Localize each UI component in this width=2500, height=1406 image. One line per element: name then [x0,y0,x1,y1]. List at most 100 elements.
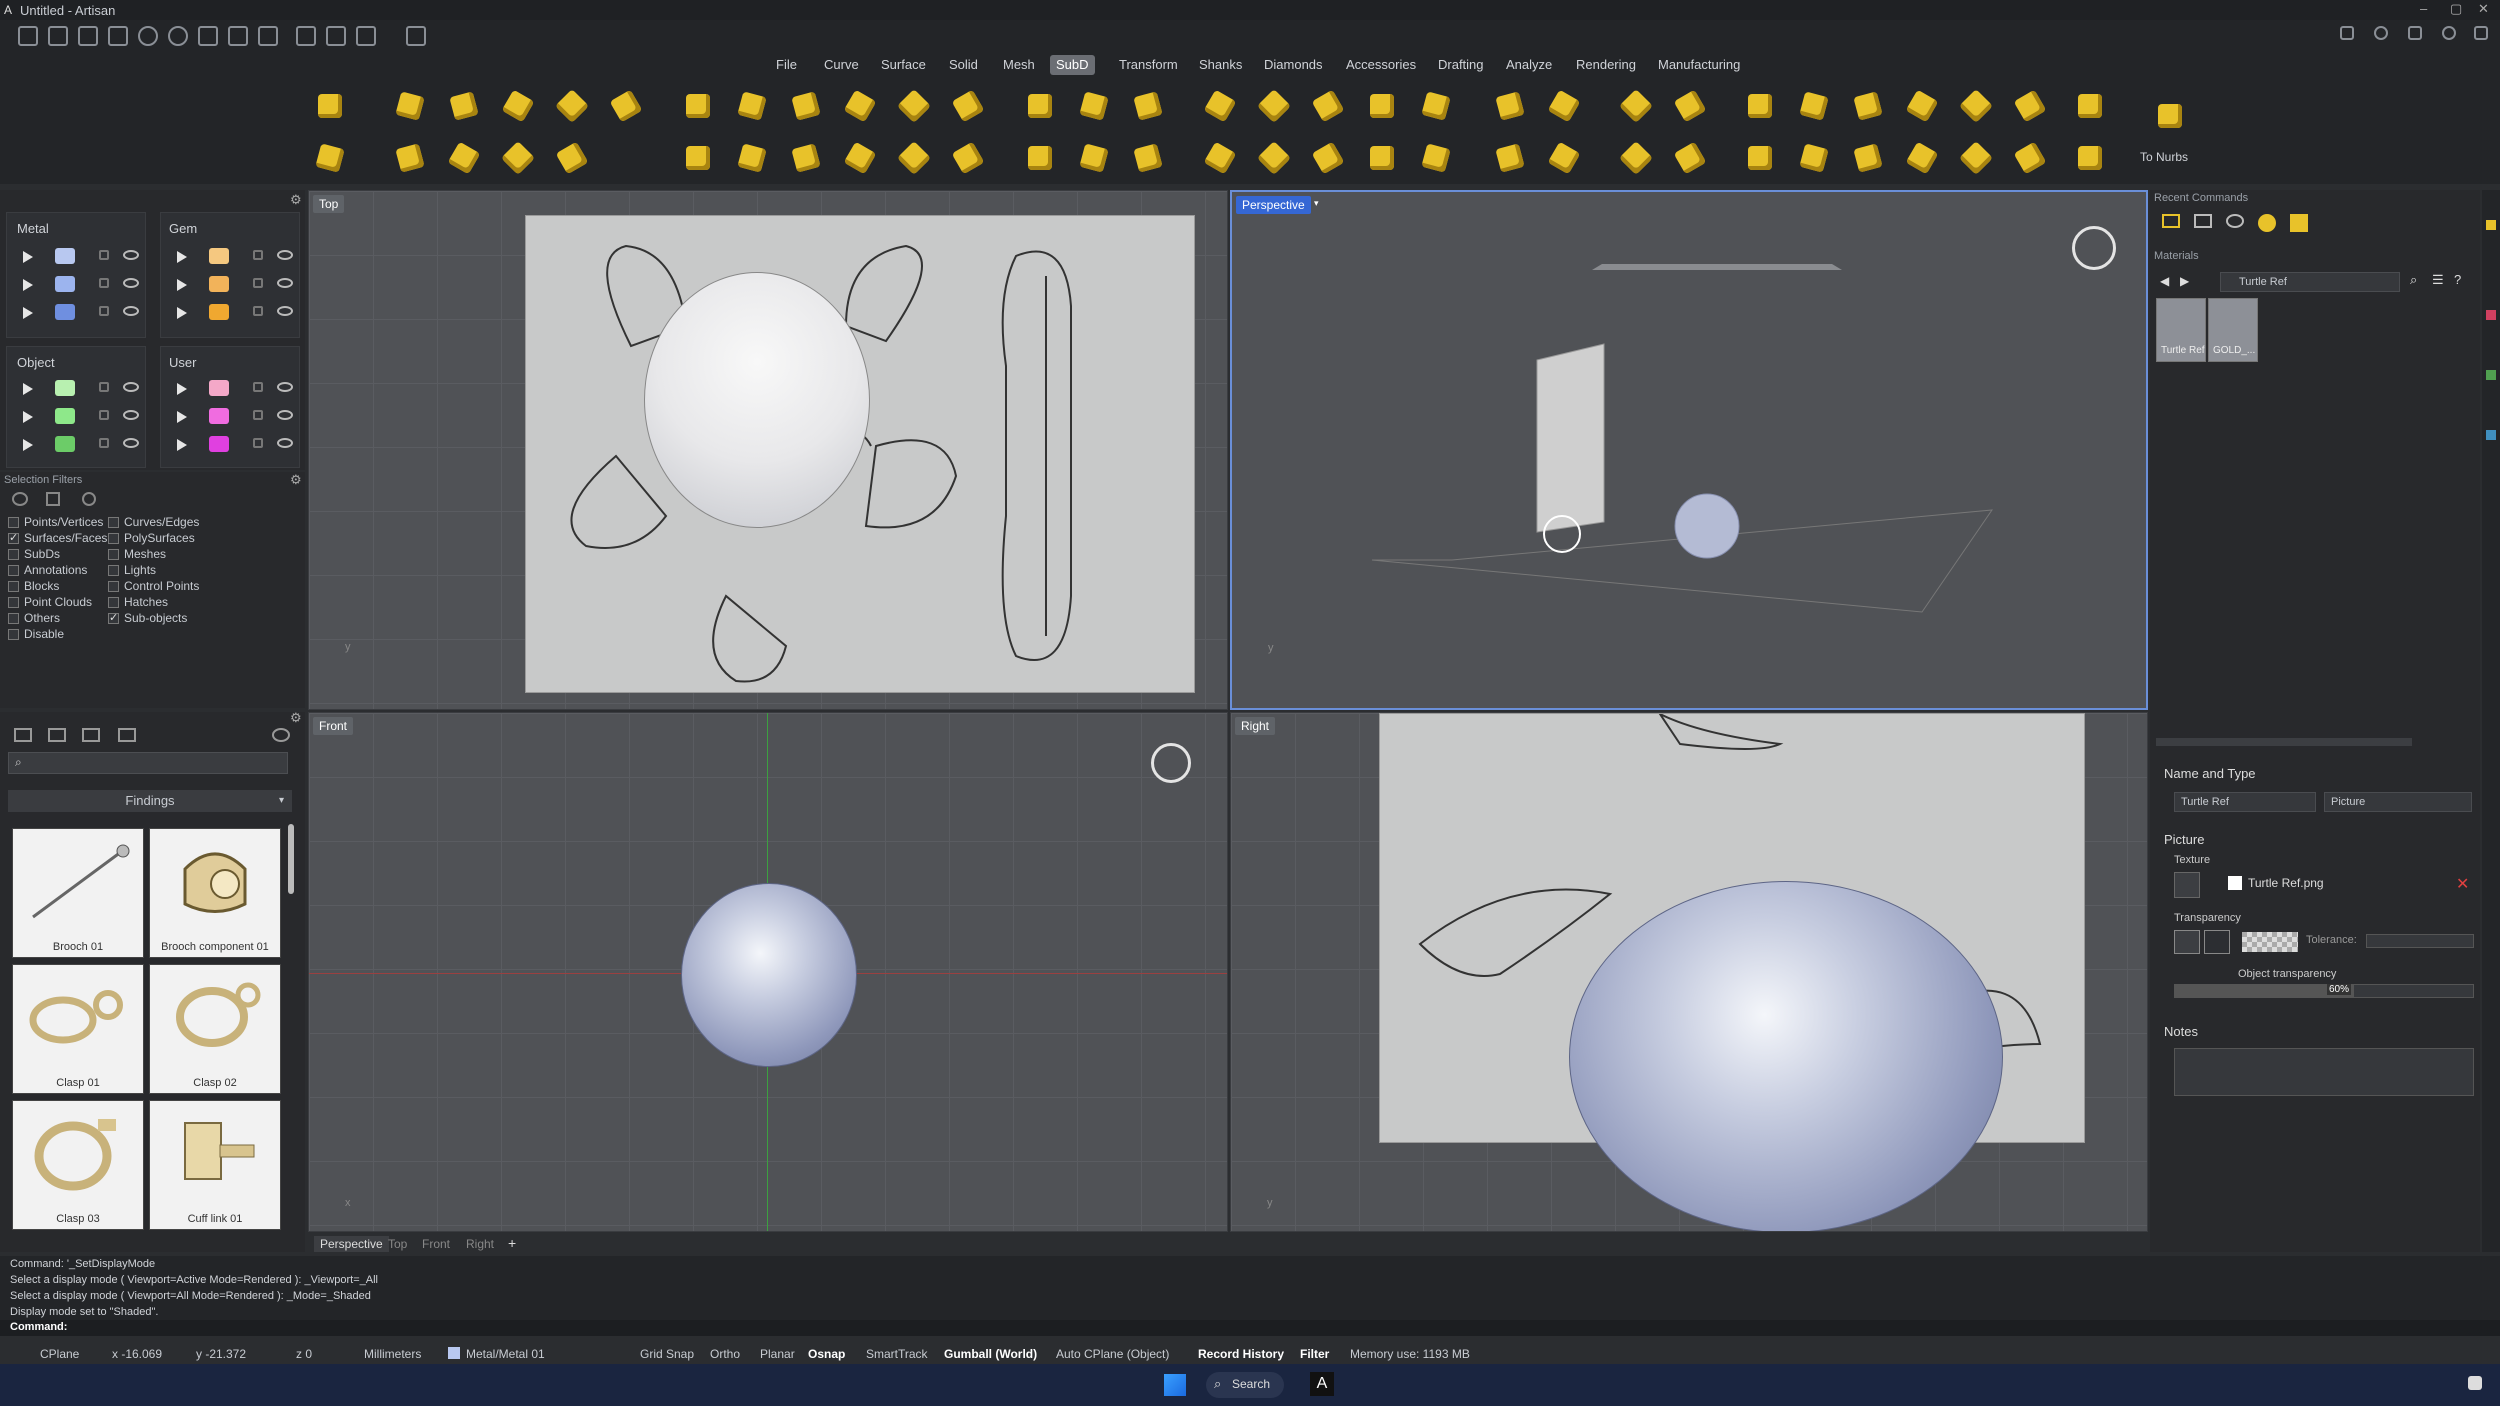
recent-command-icon[interactable] [2162,214,2180,228]
eye-icon[interactable] [277,382,293,392]
back-icon[interactable]: ◀ [2160,274,2169,288]
user-swatch-1[interactable] [209,380,229,396]
filter-reset-icon[interactable] [82,492,96,506]
filter-checkbox[interactable] [8,581,19,592]
refresh-icon[interactable] [272,728,290,742]
play-icon[interactable] [177,279,187,291]
ribbon-command-button[interactable] [786,138,826,178]
ribbon-command-button[interactable] [310,86,350,126]
status-toggle[interactable]: Planar [760,1347,795,1361]
name-field[interactable]: Turtle Ref [2174,792,2316,812]
object-swatch-3[interactable] [55,436,75,452]
current-layer[interactable]: Metal/Metal 01 [466,1347,545,1361]
menu-rendering[interactable]: Rendering [1570,55,1642,75]
ribbon-command-button[interactable] [1848,138,1888,178]
filter-checkbox[interactable] [108,597,119,608]
user-swatch-3[interactable] [209,436,229,452]
ribbon-command-button[interactable] [1200,138,1240,178]
ribbon-command-button[interactable] [732,86,772,126]
layer-row[interactable] [13,273,143,295]
metal-swatch-3[interactable] [55,304,75,320]
ribbon-command-button[interactable] [1074,138,1114,178]
ribbon-command-button[interactable] [444,86,484,126]
library-search-input[interactable]: ⌕ [8,752,288,774]
type-select[interactable]: Picture [2324,792,2472,812]
viewport-label-front[interactable]: Front [313,717,354,735]
layer-row[interactable] [167,245,297,267]
open-folder-icon[interactable] [78,26,98,46]
menu-analyze[interactable]: Analyze [1500,55,1558,75]
menu-subd[interactable]: SubD [1050,55,1095,75]
menu-solid[interactable]: Solid [943,55,984,75]
panel-icon[interactable] [2474,26,2488,40]
new-file-icon[interactable] [18,26,38,46]
help-icon[interactable] [2340,26,2354,40]
ribbon-command-button[interactable] [1544,86,1584,126]
lock-icon[interactable] [99,410,109,420]
export-icon[interactable] [258,26,278,46]
menu-diamonds[interactable]: Diamonds [1258,55,1329,75]
filter-checkbox[interactable] [8,613,19,624]
ribbon-command-button[interactable] [1128,138,1168,178]
menu-mesh[interactable]: Mesh [997,55,1041,75]
share-icon[interactable] [326,26,346,46]
taskbar-search[interactable]: ⌕ Search [1206,1372,1284,1398]
status-toggle[interactable]: Grid Snap [640,1347,694,1361]
ribbon-command-button[interactable] [948,138,988,178]
filter-checkbox[interactable] [8,517,19,528]
ribbon-command-button[interactable] [310,138,350,178]
ribbon-command-button[interactable] [1902,138,1942,178]
layer-row[interactable] [167,273,297,295]
panel-tab-icon[interactable] [2486,220,2496,230]
material-thumb[interactable]: Turtle Ref [2156,298,2206,362]
folder-icon[interactable] [14,728,32,742]
play-icon[interactable] [177,307,187,319]
filter-checkbox[interactable] [8,531,19,544]
navigation-ring-icon[interactable] [1151,743,1191,783]
metal-swatch-1[interactable] [55,248,75,264]
layer-row[interactable] [167,433,297,455]
ribbon-command-button[interactable] [1308,138,1348,178]
object-swatch-2[interactable] [55,408,75,424]
ring-icon[interactable] [406,26,426,46]
status-toggle[interactable]: Gumball (World) [944,1347,1037,1361]
menu-curve[interactable]: Curve [818,55,865,75]
menu-transform[interactable]: Transform [1113,55,1184,75]
ribbon-command-button[interactable] [444,138,484,178]
layer-row[interactable] [13,405,143,427]
panel-tab-icon[interactable] [2486,310,2496,320]
lock-icon[interactable] [99,250,109,260]
ribbon-command-button[interactable] [552,138,592,178]
status-toggle[interactable]: Record History [1198,1347,1284,1361]
gem-swatch-2[interactable] [209,276,229,292]
ribbon-command-button[interactable] [894,86,934,126]
play-icon[interactable] [23,411,33,423]
save-as-icon[interactable] [228,26,248,46]
ribbon-command-button[interactable] [390,86,430,126]
play-icon[interactable] [177,383,187,395]
filter-funnel-icon[interactable] [46,492,60,506]
layers-settings-icon[interactable]: ⚙ [290,192,302,208]
turtle-shell-subd[interactable] [681,883,857,1067]
filter-checkbox[interactable] [8,565,19,576]
lock-icon[interactable] [99,278,109,288]
layer-row[interactable] [13,433,143,455]
material-scrollbar[interactable] [2156,738,2412,746]
ribbon-command-button[interactable] [1308,86,1348,126]
eye-icon[interactable] [123,382,139,392]
ribbon-command-button[interactable] [2070,86,2110,126]
lock-icon[interactable] [253,250,263,260]
gem-swatch-3[interactable] [209,304,229,320]
import-library-icon[interactable] [82,728,100,742]
eye-icon[interactable] [123,410,139,420]
recent-command-icon[interactable] [2226,214,2244,228]
artisan-app-icon[interactable]: A [1310,1372,1334,1396]
tab-front[interactable]: Front [422,1237,450,1251]
ribbon-command-button[interactable] [1416,138,1456,178]
grid-view-icon[interactable] [118,728,136,742]
ribbon-command-button[interactable] [1490,138,1530,178]
ribbon-command-button[interactable] [1128,86,1168,126]
ribbon-command-button[interactable] [1616,138,1656,178]
object-transparency-slider[interactable]: 60% [2174,984,2474,998]
ribbon-command-button[interactable] [840,86,880,126]
